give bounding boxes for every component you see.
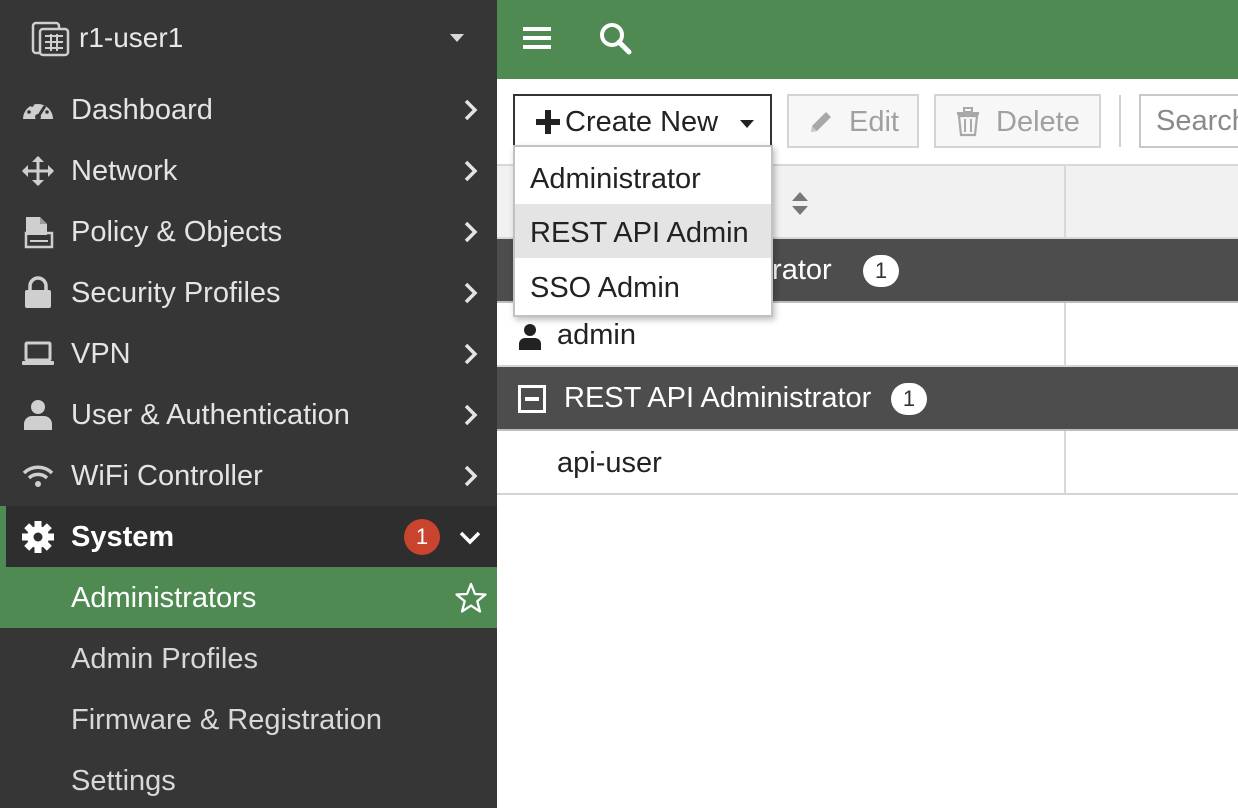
group-label: REST API Administrator — [564, 382, 872, 414]
network-icon — [22, 156, 54, 186]
pencil-icon — [811, 112, 831, 132]
caret-down-icon — [450, 34, 464, 42]
menu-item-label: REST API Admin — [530, 217, 749, 249]
sidebar-item-network[interactable]: Network — [0, 140, 497, 201]
caret-down-icon — [740, 120, 754, 128]
sidebar-item-label: User & Authentication — [71, 399, 350, 431]
chevron-right-icon — [464, 160, 478, 182]
device-selector[interactable]: r1-user1 — [0, 0, 497, 79]
sidebar-item-user-authentication[interactable]: User & Authentication — [0, 384, 497, 445]
sidebar-item-vpn[interactable]: VPN — [0, 323, 497, 384]
column-divider — [1064, 303, 1066, 367]
sidebar-subitem-label: Administrators — [71, 582, 257, 614]
sidebar-item-label: Security Profiles — [71, 277, 281, 309]
sidebar-item-label: WiFi Controller — [71, 460, 263, 492]
row-name: admin — [557, 319, 636, 351]
sidebar-subitem-admin-profiles[interactable]: Admin Profiles — [0, 628, 497, 689]
dashboard-icon — [23, 100, 53, 120]
sidebar-item-label: VPN — [71, 338, 131, 370]
sidebar-subitem-firmware-registration[interactable]: Firmware & Registration — [0, 689, 497, 750]
table-row[interactable]: api-user — [497, 431, 1238, 495]
chevron-right-icon — [464, 221, 478, 243]
sidebar-item-label: Dashboard — [71, 94, 213, 126]
count-badge: 1 — [863, 255, 899, 287]
chevron-right-icon — [464, 465, 478, 487]
column-divider — [1064, 166, 1066, 241]
edit-label: Edit — [849, 106, 899, 138]
sidebar-item-policy-objects[interactable]: Policy & Objects — [0, 201, 497, 262]
sort-icon[interactable] — [790, 190, 810, 218]
sidebar-subitem-label: Settings — [71, 765, 176, 797]
sidebar-subitem-administrators[interactable]: Administrators — [0, 567, 497, 628]
group-label: trator — [764, 254, 832, 286]
policy-icon — [24, 217, 54, 249]
sidebar-item-label: Policy & Objects — [71, 216, 283, 248]
laptop-icon — [22, 341, 54, 365]
group-row-rest-api-administrator[interactable]: REST API Administrator 1 — [497, 367, 1238, 431]
sidebar-subitem-settings[interactable]: Settings — [0, 750, 497, 808]
sidebar-item-dashboard[interactable]: Dashboard — [0, 79, 497, 140]
chevron-right-icon — [464, 99, 478, 121]
trash-icon — [957, 107, 979, 137]
column-divider — [1064, 431, 1066, 495]
create-new-button[interactable]: Create New — [513, 94, 772, 148]
device-icon — [31, 21, 70, 57]
search-icon[interactable] — [597, 20, 633, 56]
menu-item-label: Administrator — [530, 163, 701, 195]
menu-item-rest-api-admin[interactable]: REST API Admin — [515, 204, 771, 258]
edit-button[interactable]: Edit — [787, 94, 919, 148]
sidebar-subitem-label: Admin Profiles — [71, 643, 258, 675]
sidebar-item-label: Network — [71, 155, 178, 187]
device-name: r1-user1 — [79, 22, 184, 53]
row-name: api-user — [557, 447, 662, 479]
lock-icon — [25, 276, 51, 308]
chevron-right-icon — [464, 343, 478, 365]
sidebar-item-security-profiles[interactable]: Security Profiles — [0, 262, 497, 323]
collapse-icon[interactable] — [516, 383, 548, 415]
sidebar: r1-user1 Dashboard Network Policy & Obje… — [0, 0, 497, 808]
user-icon — [24, 400, 52, 430]
menu-item-sso-admin[interactable]: SSO Admin — [515, 259, 771, 313]
delete-label: Delete — [996, 106, 1080, 138]
star-icon[interactable] — [454, 581, 488, 615]
notification-badge: 1 — [404, 519, 440, 555]
sidebar-item-wifi-controller[interactable]: WiFi Controller — [0, 445, 497, 506]
wifi-icon — [22, 465, 54, 487]
plus-icon — [536, 110, 560, 134]
hamburger-menu-icon[interactable] — [521, 22, 553, 54]
chevron-right-icon — [464, 282, 478, 304]
create-new-label: Create New — [565, 106, 719, 138]
top-bar — [497, 0, 1238, 79]
toolbar-divider — [1119, 95, 1121, 147]
sidebar-item-label: System — [71, 521, 175, 553]
sidebar-item-system[interactable]: System 1 — [0, 506, 497, 567]
sidebar-subitem-label: Firmware & Registration — [71, 704, 383, 736]
menu-item-administrator[interactable]: Administrator — [515, 150, 771, 204]
delete-button[interactable]: Delete — [934, 94, 1101, 148]
menu-item-label: SSO Admin — [530, 272, 680, 304]
create-new-dropdown: Administrator REST API Admin SSO Admin — [513, 145, 773, 317]
chevron-down-icon — [459, 531, 481, 545]
user-icon — [519, 324, 541, 350]
search-input[interactable] — [1139, 94, 1238, 148]
gear-icon — [22, 521, 54, 553]
count-badge: 1 — [891, 383, 927, 415]
chevron-right-icon — [464, 404, 478, 426]
